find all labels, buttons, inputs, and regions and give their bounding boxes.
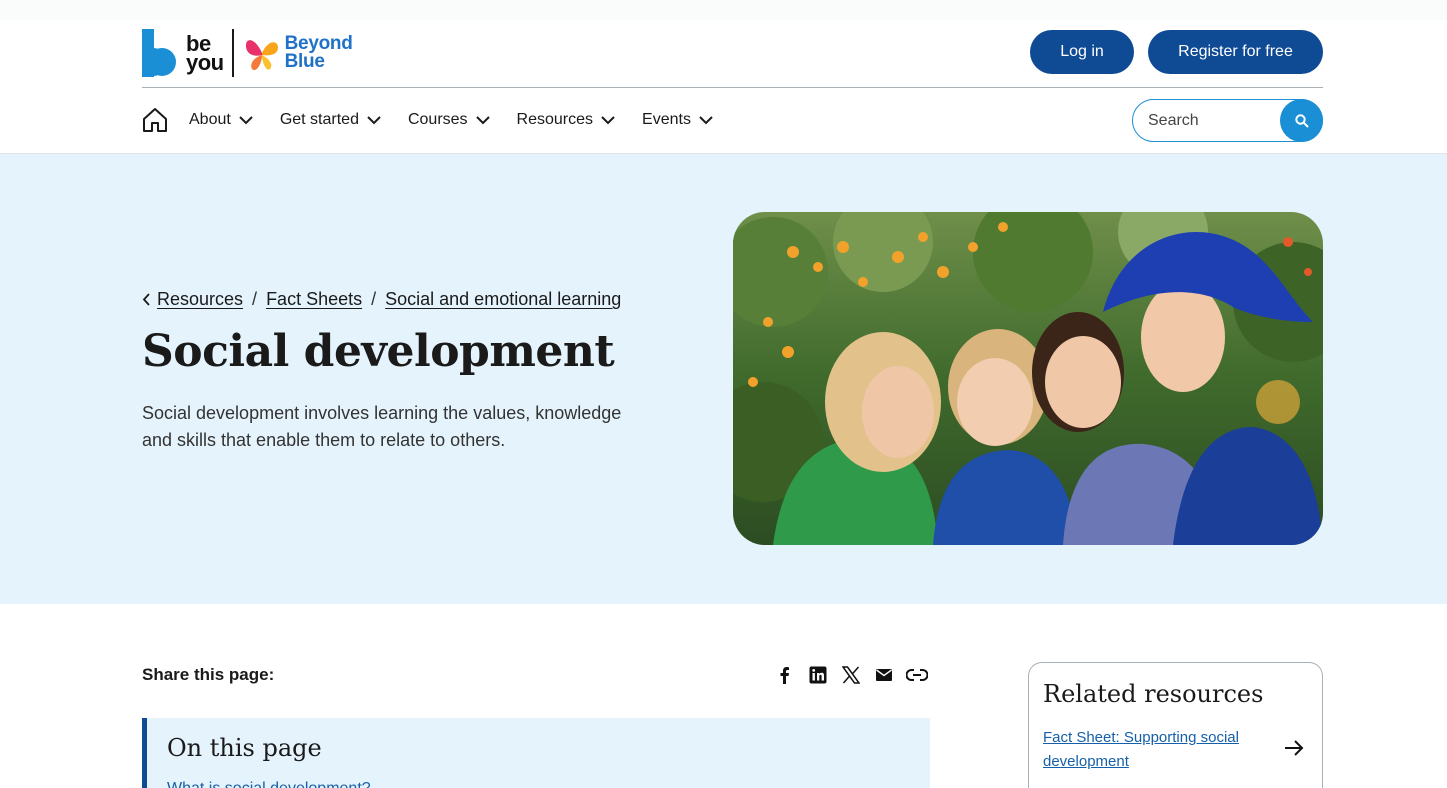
search-box <box>1132 99 1323 142</box>
butterfly-icon <box>245 40 278 71</box>
linkedin-icon[interactable] <box>807 664 829 686</box>
email-icon[interactable] <box>873 664 895 686</box>
nav-item-label: About <box>189 111 231 128</box>
page-intro: Social development involves learning the… <box>142 403 622 450</box>
chevron-left-icon <box>142 293 150 306</box>
nav-item-about[interactable]: About <box>189 111 253 129</box>
chevron-down-icon <box>475 115 490 124</box>
page-title: Social development <box>142 326 615 377</box>
hero-section: Resources / Fact Sheets / Social and emo… <box>0 154 1447 604</box>
chevron-down-icon <box>601 115 615 124</box>
nav-item-label: Courses <box>407 111 468 128</box>
site-logo[interactable]: be you Beyond Blue <box>142 28 354 78</box>
search-icon <box>1294 113 1309 128</box>
arrow-right-icon[interactable] <box>1284 740 1304 756</box>
top-strip <box>0 0 1447 20</box>
beyond-blue-wordmark: Beyond Blue <box>284 33 353 72</box>
breadcrumb-link-fact-sheets[interactable]: Fact Sheets <box>266 289 362 310</box>
on-this-page-title: On this page <box>167 734 322 762</box>
header-divider <box>142 87 1323 88</box>
nav-item-resources[interactable]: Resources <box>517 111 615 129</box>
be-you-logo-icon <box>142 29 176 77</box>
nav-item-label: Resources <box>516 111 594 128</box>
chevron-down-icon <box>239 115 253 124</box>
related-resources-title: Related resources <box>1043 680 1264 708</box>
register-button[interactable]: Register for free <box>1148 30 1323 74</box>
related-resources-card: Related resources Fact Sheet: Supporting… <box>1028 662 1323 788</box>
home-icon[interactable] <box>142 107 168 133</box>
chevron-down-icon <box>699 115 713 124</box>
nav-item-get-started[interactable]: Get started <box>280 111 381 129</box>
breadcrumb: Resources / Fact Sheets / Social and emo… <box>142 289 621 310</box>
breadcrumb-separator: / <box>371 289 377 309</box>
nav-item-courses[interactable]: Courses <box>408 111 490 129</box>
be-you-wordmark: be you <box>186 31 224 75</box>
breadcrumb-link-resources[interactable]: Resources <box>157 289 243 310</box>
x-icon[interactable] <box>840 664 862 686</box>
breadcrumb-separator: / <box>252 289 258 309</box>
related-resource-link[interactable]: Fact Sheet: Supporting social developmen… <box>1043 726 1263 774</box>
share-icons <box>774 664 928 686</box>
on-this-page-link[interactable]: What is social development? <box>167 780 371 788</box>
on-this-page-panel: On this page What is social development? <box>142 718 930 788</box>
share-label: Share this page: <box>142 665 275 684</box>
search-button[interactable] <box>1280 99 1323 142</box>
facebook-icon[interactable] <box>774 664 796 686</box>
nav-item-label: Events <box>642 111 691 128</box>
link-icon[interactable] <box>906 664 928 686</box>
login-button[interactable]: Log in <box>1030 30 1134 74</box>
chevron-down-icon <box>367 115 381 124</box>
nav-item-label: Get started <box>279 111 359 128</box>
site-header: be you Beyond Blue Log in Register for f… <box>0 20 1447 154</box>
search-input[interactable] <box>1133 111 1273 130</box>
hero-image <box>733 212 1323 545</box>
nav-item-events[interactable]: Events <box>642 111 713 129</box>
main-nav: About Get started Courses Resources Even… <box>142 102 740 138</box>
logo-divider <box>231 29 234 77</box>
breadcrumb-link-sel[interactable]: Social and emotional learning <box>385 289 621 310</box>
